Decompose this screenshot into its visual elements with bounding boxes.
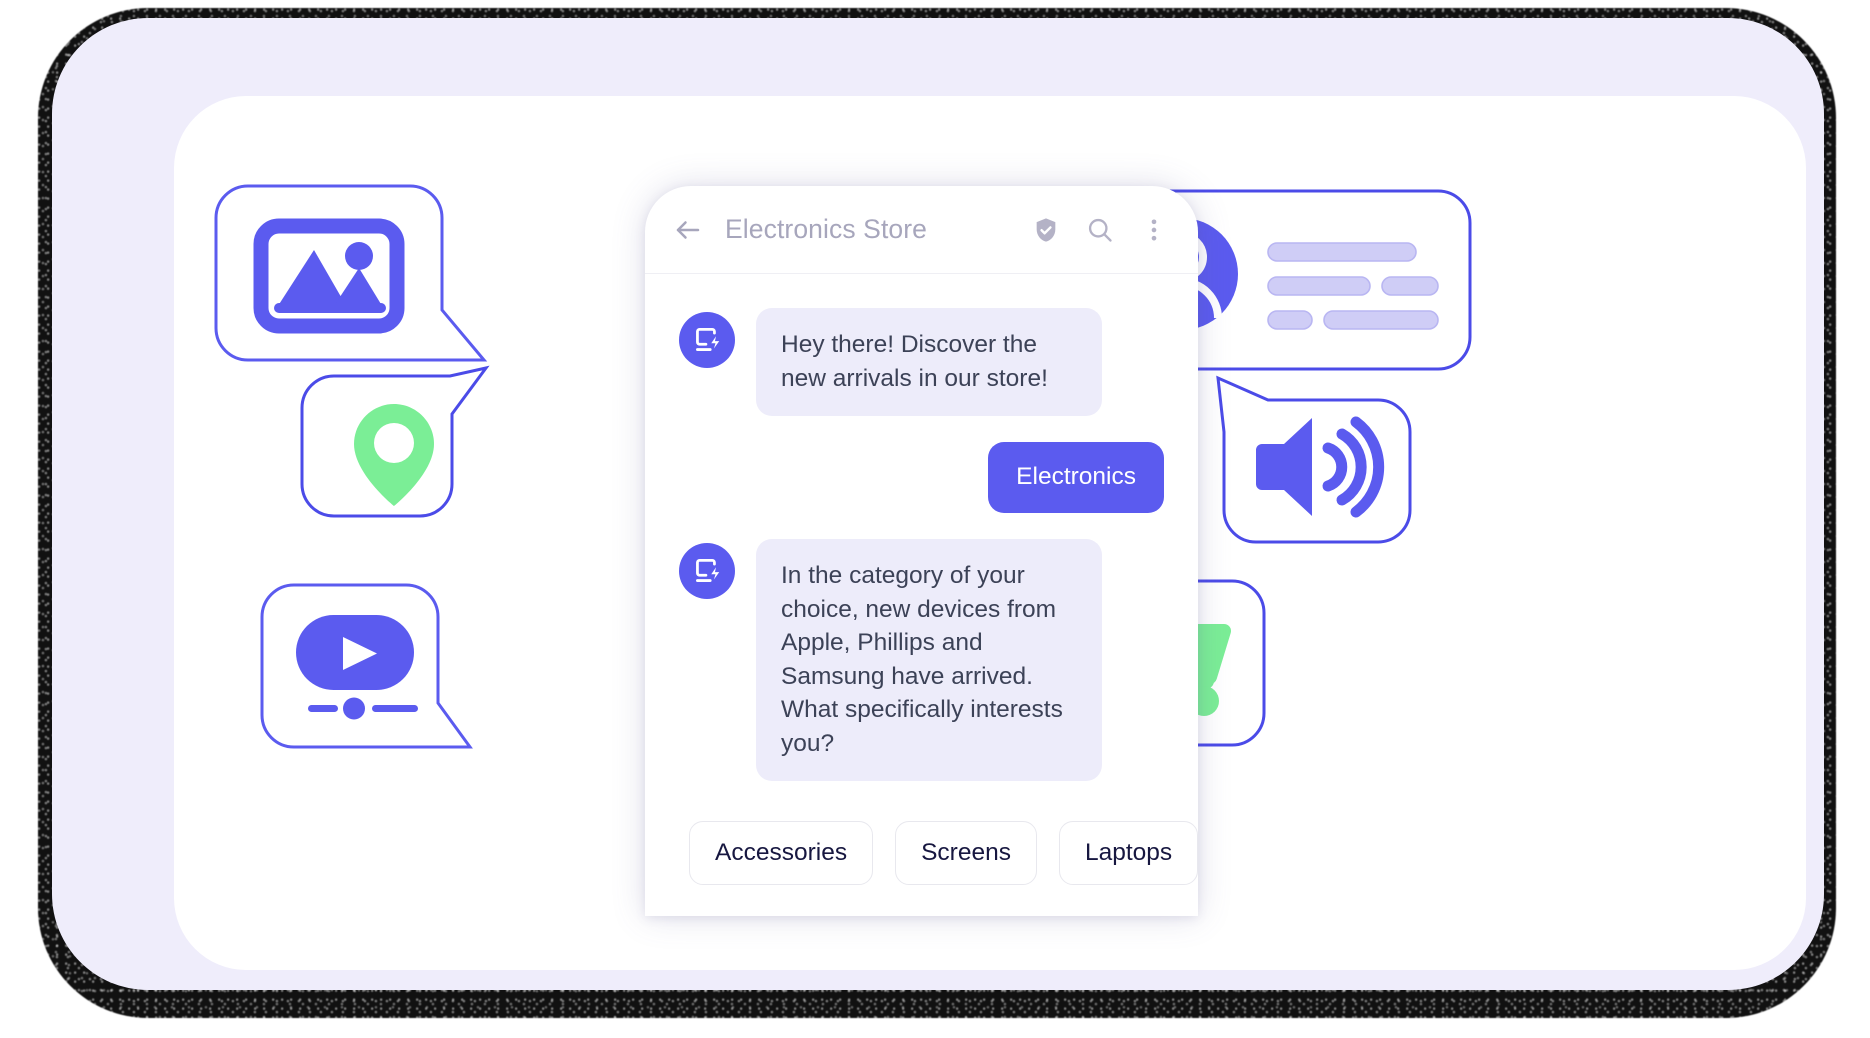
quick-reply-chips: Accessories Screens Laptops xyxy=(679,807,1198,886)
device-bolt-icon xyxy=(679,312,735,368)
chat-message-bot: In the category of your choice, new devi… xyxy=(679,538,1164,782)
screenshot-root: Electronics Store Hey there! Discover th… xyxy=(0,0,1870,1038)
page-title: Electronics Store xyxy=(725,214,928,244)
phone-header: Electronics Store xyxy=(645,186,1198,274)
sound-bubble xyxy=(1216,375,1412,544)
header-actions xyxy=(1032,216,1168,244)
chat-message-list: Hey there! Discover the new arrivals in … xyxy=(645,274,1198,886)
more-vertical-icon[interactable] xyxy=(1140,216,1168,244)
image-bubble xyxy=(214,184,488,364)
scrubber-handle-icon xyxy=(343,697,365,720)
chip-screens[interactable]: Screens xyxy=(895,821,1037,886)
phone-mockup: Electronics Store Hey there! Discover th… xyxy=(645,186,1198,916)
image-sun-icon xyxy=(345,242,373,270)
location-bubble xyxy=(300,365,490,528)
chip-laptops[interactable]: Laptops xyxy=(1058,821,1198,886)
chat-message-bot: Hey there! Discover the new arrivals in … xyxy=(679,308,1164,417)
chat-bubble-text: Hey there! Discover the new arrivals in … xyxy=(756,308,1102,417)
shield-check-icon[interactable] xyxy=(1032,216,1060,244)
video-bubble xyxy=(260,583,473,751)
arrow-left-icon[interactable] xyxy=(673,215,703,245)
outer-card: Electronics Store Hey there! Discover th… xyxy=(52,18,1824,990)
search-icon[interactable] xyxy=(1086,216,1114,244)
chat-bubble-text: Electronics xyxy=(988,442,1164,513)
chat-message-user: Electronics xyxy=(679,442,1164,513)
device-bolt-icon xyxy=(679,542,735,599)
chat-bubble-text: In the category of your choice, new devi… xyxy=(756,538,1102,782)
chip-accessories[interactable]: Accessories xyxy=(689,821,874,886)
